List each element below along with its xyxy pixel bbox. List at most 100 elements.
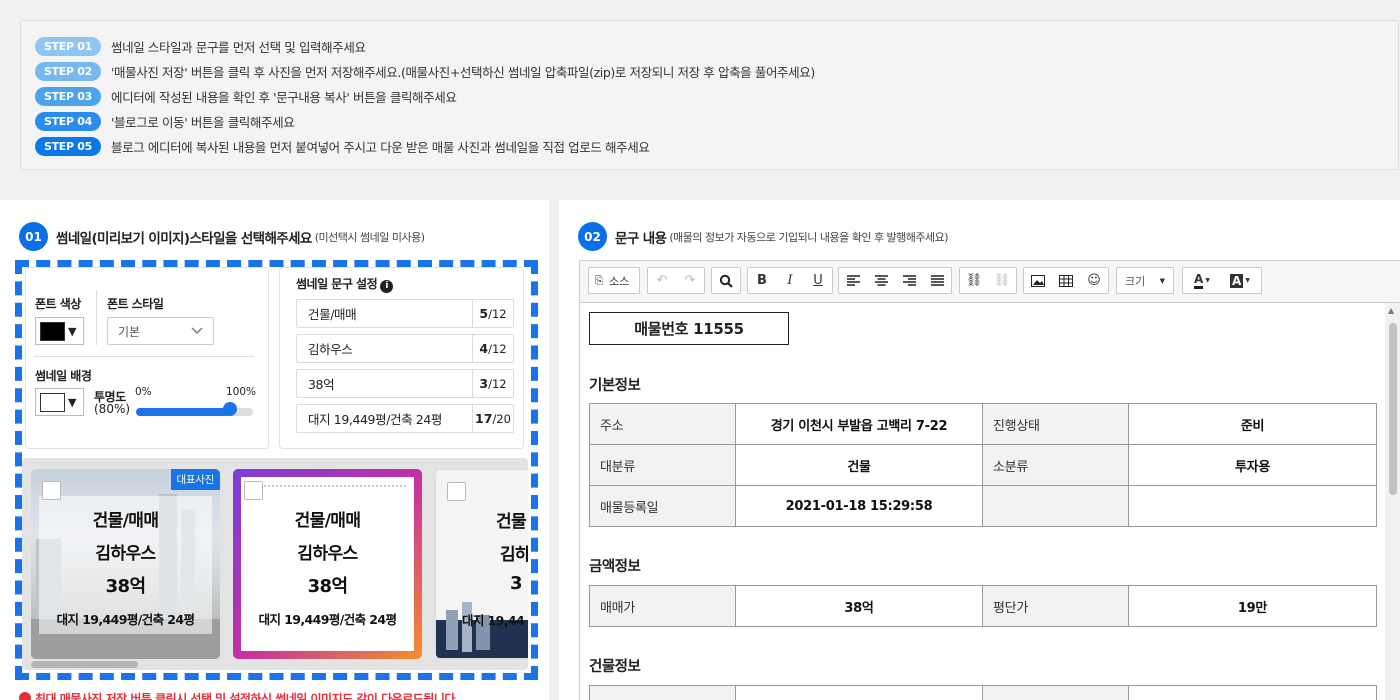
panel-title: 01 썸네일(미리보기 이미지)스타일을 선택해주세요 (미선택시 썸네일 미사… bbox=[19, 222, 425, 251]
table-row: 매물등록일 2021-01-18 15:29:58 bbox=[589, 485, 1377, 527]
step-row: STEP 01 썸네일 스타일과 문구를 먼저 선택 및 입력해주세요 bbox=[35, 34, 1384, 59]
table-key: 대분류 bbox=[589, 444, 736, 486]
emoji-icon[interactable]: ☺ bbox=[1080, 268, 1108, 293]
align-right-icon[interactable] bbox=[895, 268, 923, 293]
dotted-border bbox=[249, 485, 406, 487]
bg-color-picker[interactable]: ▼ bbox=[35, 388, 84, 416]
font-style-select[interactable]: 기본 bbox=[107, 317, 214, 345]
opacity-min: 0% bbox=[135, 386, 152, 398]
insert-group: ☺ bbox=[1023, 267, 1109, 294]
font-size-select[interactable]: 크기 ▼ bbox=[1116, 267, 1174, 294]
table-value bbox=[1128, 485, 1377, 527]
opacity-slider-handle[interactable] bbox=[222, 402, 237, 416]
step-row: STEP 02 '매물사진 저장' 버튼을 클릭 후 사진을 먼저 저장해주세요… bbox=[35, 59, 1384, 84]
table-value: 준비 bbox=[1128, 403, 1377, 445]
caret-down-icon: ▼ bbox=[68, 324, 77, 338]
bg-color-letter: A bbox=[1230, 273, 1244, 288]
unlink-icon[interactable]: ⛓ bbox=[988, 268, 1016, 293]
align-center-icon[interactable] bbox=[867, 268, 895, 293]
font-color-picker[interactable]: ▼ bbox=[35, 317, 84, 345]
thumb-line: 김하 bbox=[500, 545, 528, 565]
chevron-down-icon bbox=[191, 327, 203, 335]
thumbnail-checkbox[interactable] bbox=[42, 481, 61, 500]
section-subtitle: (미선택시 썸네일 미사용) bbox=[314, 230, 425, 244]
text-color-icon[interactable]: A ▼ bbox=[1183, 268, 1221, 293]
char-count: 4 bbox=[479, 341, 489, 356]
step-row: STEP 03 에디터에 작성된 내용을 확인 후 '문구내용 복사' 버튼을 … bbox=[35, 84, 1384, 109]
thumb-line: 38억 bbox=[105, 576, 146, 597]
editor-content[interactable]: 매물번호 11555 기본정보 주소 경기 이천시 부발읍 고백리 7-22 진… bbox=[580, 303, 1385, 700]
align-justify-icon[interactable] bbox=[923, 268, 951, 293]
text-input-value: 건물/매매 bbox=[308, 307, 357, 322]
opacity-max: 100% bbox=[226, 386, 257, 398]
section-title: 문구 내용 bbox=[615, 230, 667, 247]
steps-guide: STEP 01 썸네일 스타일과 문구를 먼저 선택 및 입력해주세요 STEP… bbox=[20, 20, 1399, 170]
thumbnail-option[interactable]: 대표사진 건물/매매 김하우스 38억 대지 19,449평/건축 24평 bbox=[31, 469, 220, 659]
thumb-line: 김하우스 bbox=[297, 544, 358, 564]
section-title: 썸네일(미리보기 이미지)스타일을 선택해주세요 bbox=[56, 230, 312, 247]
editor-scrollbar[interactable]: ▲ bbox=[1385, 303, 1400, 700]
char-counter: 5/12 bbox=[472, 300, 513, 327]
source-label: 소스 bbox=[609, 274, 630, 288]
thumb-line: 38억 bbox=[307, 576, 348, 597]
table-value: 투자용 bbox=[1128, 444, 1377, 486]
content-panel: 02 문구 내용 (매물의 정보가 자동으로 기입되니 내용을 확인 후 발행해… bbox=[559, 200, 1400, 700]
text-color-letter: A bbox=[1194, 272, 1204, 289]
color-swatch bbox=[40, 321, 65, 341]
thumbnail-carousel: 대표사진 건물/매매 김하우스 38억 대지 19,449평/건축 24평 건물… bbox=[22, 458, 528, 670]
align-group bbox=[838, 267, 952, 294]
underline-icon[interactable]: U bbox=[804, 268, 832, 293]
search-icon[interactable] bbox=[712, 268, 740, 293]
thumbnail-text-input[interactable]: 건물/매매 5/12 bbox=[296, 299, 514, 328]
thumbnail-text-input[interactable]: 38억 3/12 bbox=[296, 369, 514, 398]
table-key: 진행상태 bbox=[982, 403, 1129, 445]
source-icon: ⎘ bbox=[594, 273, 604, 287]
table-key: 매매가 bbox=[589, 585, 736, 627]
table-row: 대분류 건물 소분류 투자용 bbox=[589, 444, 1377, 486]
scroll-up-icon[interactable]: ▲ bbox=[1388, 306, 1394, 315]
source-button[interactable]: ⎘ 소스 bbox=[588, 267, 640, 294]
redo-icon[interactable]: ↷ bbox=[676, 268, 704, 293]
opacity-value: (80%) bbox=[94, 402, 131, 416]
link-icon[interactable]: ⛓ bbox=[960, 268, 988, 293]
thumb-line: 대지 19,44 bbox=[462, 613, 525, 628]
table-key: 매물등록일 bbox=[589, 485, 736, 527]
price-info-title: 금액정보 bbox=[589, 559, 641, 575]
thumbnail-text-input[interactable]: 대지 19,449평/건축 24평 17/20 bbox=[296, 404, 514, 433]
table-icon[interactable] bbox=[1052, 268, 1080, 293]
image-icon[interactable] bbox=[1024, 268, 1052, 293]
step-text: 썸네일 스타일과 문구를 먼저 선택 및 입력해주세요 bbox=[111, 40, 366, 55]
property-number: 매물번호 11555 bbox=[589, 312, 789, 345]
link-group: ⛓ ⛓ bbox=[959, 267, 1017, 294]
carousel-scrollbar[interactable] bbox=[31, 661, 138, 668]
thumbnail-checkbox[interactable] bbox=[447, 482, 466, 501]
scrollbar-thumb[interactable] bbox=[1389, 323, 1397, 495]
text-input-value: 대지 19,449평/건축 24평 bbox=[308, 412, 443, 427]
thumbnail-text-input[interactable]: 김하우스 4/12 bbox=[296, 334, 514, 363]
info-icon[interactable]: i bbox=[380, 279, 394, 293]
table-value bbox=[1128, 685, 1377, 700]
italic-icon[interactable]: I bbox=[776, 268, 804, 293]
char-counter: 4/12 bbox=[472, 335, 513, 362]
text-input-value: 38억 bbox=[308, 377, 335, 392]
color-group: A ▼ A ▼ bbox=[1182, 267, 1262, 294]
table-row bbox=[589, 685, 1377, 700]
section-number: 01 bbox=[19, 222, 48, 251]
thumbnail-checkbox[interactable] bbox=[244, 481, 263, 500]
thumbnail-option[interactable]: 건물 김하 3 대지 19,44 bbox=[435, 469, 528, 659]
caret-down-icon: ▼ bbox=[68, 395, 77, 409]
align-left-icon[interactable] bbox=[839, 268, 867, 293]
bg-color-icon[interactable]: A ▼ bbox=[1221, 268, 1259, 293]
thumb-line: 건물/매매 bbox=[294, 511, 361, 531]
step-badge: STEP 05 bbox=[35, 137, 101, 156]
text-settings-label: 썸네일 문구 설정 i bbox=[296, 275, 394, 293]
thumbnail-option[interactable]: 건물/매매 김하우스 38억 대지 19,449평/건축 24평 bbox=[233, 469, 422, 659]
table-value: 경기 이천시 부발읍 고백리 7-22 bbox=[735, 403, 983, 445]
undo-icon[interactable]: ↶ bbox=[648, 268, 676, 293]
bold-icon[interactable]: B bbox=[748, 268, 776, 293]
section-subtitle: (매물의 정보가 자동으로 기입되니 내용을 확인 후 발행해주세요) bbox=[669, 230, 949, 244]
table-row: 매매가 38억 평단가 19만 bbox=[589, 585, 1377, 627]
table-value bbox=[735, 685, 983, 700]
char-max: /12 bbox=[488, 341, 507, 356]
table-key: 평단가 bbox=[982, 585, 1129, 627]
